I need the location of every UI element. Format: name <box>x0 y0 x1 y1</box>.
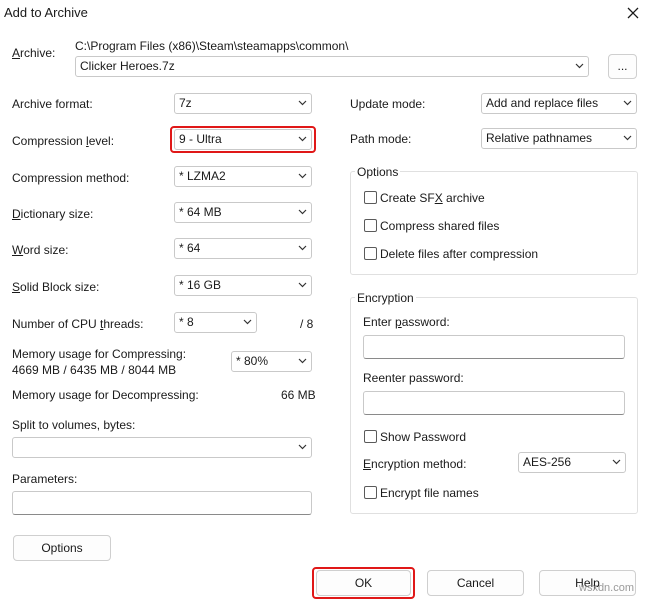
chevron-down-icon <box>623 135 632 141</box>
cancel-button[interactable]: Cancel <box>427 570 524 596</box>
cpu-threads-label: Number of CPU threads: <box>12 317 144 331</box>
compression-method-value: * LZMA2 <box>179 169 226 183</box>
update-mode-label: Update mode: <box>350 97 426 111</box>
solid-block-size-label: Solid Block size: <box>12 280 100 294</box>
path-mode-select[interactable]: Relative pathnames <box>481 128 637 149</box>
encrypt-names-checkbox[interactable] <box>364 486 377 499</box>
create-sfx-label: Create SFX archive <box>380 191 485 205</box>
dictionary-size-label: Dictionary size: <box>12 207 94 221</box>
compression-method-select[interactable]: * LZMA2 <box>174 166 312 187</box>
ok-button-highlight <box>312 567 415 599</box>
cpu-threads-value: * 8 <box>179 315 194 329</box>
encrypt-names-label: Encrypt file names <box>380 486 479 500</box>
chevron-down-icon <box>243 319 252 325</box>
show-password-label: Show Password <box>380 430 467 444</box>
word-size-label: Word size: <box>12 243 69 257</box>
compress-shared-label: Compress shared files <box>380 219 500 233</box>
enter-password-input[interactable] <box>363 335 625 359</box>
compression-level-label: Compression level: <box>12 134 115 148</box>
compression-level-highlight <box>170 126 316 153</box>
update-mode-value: Add and replace files <box>486 96 599 110</box>
split-volumes-label: Split to volumes, bytes: <box>12 418 136 432</box>
chevron-down-icon <box>575 63 584 69</box>
compress-shared-checkbox[interactable] <box>364 219 377 232</box>
archive-format-select[interactable]: 7z <box>174 93 312 114</box>
archive-name-value: Clicker Heroes.7z <box>80 59 175 73</box>
compression-method-label: Compression method: <box>12 171 130 185</box>
chevron-down-icon <box>298 358 307 364</box>
encryption-method-label: Encryption method: <box>363 457 467 471</box>
browse-button[interactable]: ... <box>608 54 637 79</box>
path-mode-value: Relative pathnames <box>486 131 593 145</box>
parameters-input[interactable] <box>12 491 312 515</box>
delete-after-checkbox[interactable] <box>364 247 377 260</box>
encryption-group-title: Encryption <box>355 291 416 305</box>
update-mode-select[interactable]: Add and replace files <box>481 93 637 114</box>
chevron-down-icon <box>298 173 307 179</box>
path-mode-label: Path mode: <box>350 132 412 146</box>
memory-usage-select[interactable]: * 80% <box>231 351 312 372</box>
encryption-method-value: AES-256 <box>523 455 572 469</box>
close-icon[interactable] <box>624 4 642 22</box>
options-button[interactable]: Options <box>13 535 111 561</box>
split-volumes-combo[interactable] <box>12 437 312 458</box>
archive-format-label: Archive format: <box>12 97 93 111</box>
cpu-threads-select[interactable]: * 8 <box>174 312 257 333</box>
chevron-down-icon <box>298 444 307 450</box>
memory-compress-label: Memory usage for Compressing: <box>12 347 187 361</box>
window-title: Add to Archive <box>4 5 88 20</box>
dictionary-size-value: * 64 MB <box>179 205 222 219</box>
show-password-checkbox[interactable] <box>364 430 377 443</box>
dictionary-size-select[interactable]: * 64 MB <box>174 202 312 223</box>
options-group-title: Options <box>355 165 401 179</box>
reenter-password-input[interactable] <box>363 391 625 415</box>
chevron-down-icon <box>298 209 307 215</box>
cpu-threads-max: / 8 <box>300 317 314 331</box>
word-size-select[interactable]: * 64 <box>174 238 312 259</box>
chevron-down-icon <box>623 100 632 106</box>
memory-usage-value: * 80% <box>236 354 269 368</box>
create-sfx-checkbox[interactable] <box>364 191 377 204</box>
word-size-value: * 64 <box>179 241 201 255</box>
delete-after-label: Delete files after compression <box>380 247 539 261</box>
chevron-down-icon <box>298 100 307 106</box>
solid-block-size-select[interactable]: * 16 GB <box>174 275 312 296</box>
reenter-password-label: Reenter password: <box>363 371 464 385</box>
title-bar <box>0 0 645 28</box>
parameters-label: Parameters: <box>12 472 78 486</box>
archive-format-value: 7z <box>179 96 192 110</box>
watermark: wsxdn.com <box>579 582 635 594</box>
solid-block-size-value: * 16 GB <box>179 278 222 292</box>
chevron-down-icon <box>298 282 307 288</box>
archive-label: Archive: <box>12 46 56 60</box>
archive-path: C:\Program Files (x86)\Steam\steamapps\c… <box>75 39 349 53</box>
chevron-down-icon <box>612 459 621 465</box>
memory-compress-detail: 4669 MB / 6435 MB / 8044 MB <box>12 363 177 377</box>
memory-decompress-label: Memory usage for Decompressing: <box>12 388 199 402</box>
archive-name-combo[interactable]: Clicker Heroes.7z <box>75 56 589 77</box>
chevron-down-icon <box>298 245 307 251</box>
memory-decompress-value: 66 MB <box>281 388 316 402</box>
encryption-method-select[interactable]: AES-256 <box>518 452 626 473</box>
enter-password-label: Enter password: <box>363 315 450 329</box>
